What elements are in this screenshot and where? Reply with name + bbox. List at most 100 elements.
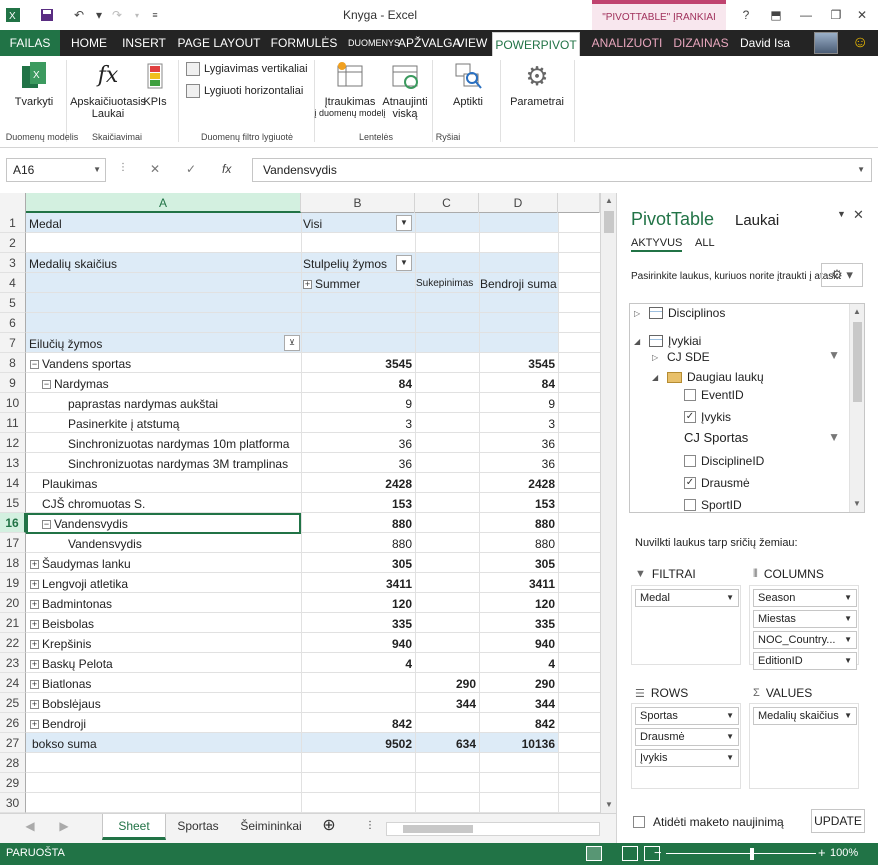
sheet-tab-seimininkai[interactable]: Šeimininkai: [234, 814, 308, 840]
expand-arrow-icon[interactable]: ▷: [652, 353, 662, 362]
area-field-rows[interactable]: Įvykis ▼: [635, 749, 739, 767]
sheet-tab-sportas[interactable]: Sportas: [168, 814, 228, 840]
row-header[interactable]: 4: [0, 273, 26, 293]
pivot-value-cell[interactable]: [415, 354, 479, 374]
column-header-e[interactable]: [558, 193, 600, 213]
column-labels-dropdown-button[interactable]: ▼: [396, 255, 412, 271]
field-table-disciplines[interactable]: ▷ Disciplinos: [634, 306, 725, 320]
worksheet-grid[interactable]: A B C D 1 2 3 4 5 6 7 8 9 10 11 12 13 14 15 16 17 18 19 20 2…: [0, 193, 616, 813]
row-header[interactable]: 14: [0, 473, 26, 493]
chevron-down-icon[interactable]: ▼: [93, 159, 101, 181]
row-header[interactable]: 11: [0, 413, 26, 433]
pivot-value-cell[interactable]: 940: [301, 634, 415, 654]
tab-data[interactable]: DUOMENYS: [346, 30, 402, 56]
pivot-value-cell[interactable]: 3411: [479, 574, 558, 594]
field-checkbox[interactable]: [684, 499, 696, 511]
collapse-icon[interactable]: −: [30, 360, 39, 370]
sheet-tab-sheet[interactable]: Sheet: [102, 814, 166, 840]
pivot-value-cell[interactable]: 2428: [479, 474, 558, 494]
chevron-down-icon[interactable]: ▼: [726, 729, 734, 745]
chevron-down-icon[interactable]: ▼: [844, 611, 852, 627]
filters-area[interactable]: Medal ▼: [631, 585, 741, 665]
tab-powerpivot[interactable]: POWERPIVOT: [492, 32, 580, 56]
row-labels-filter-button[interactable]: ⊻: [284, 335, 300, 351]
pivot-row-label[interactable]: Plaukimas: [42, 474, 301, 494]
pivot-value-cell[interactable]: 84: [479, 374, 558, 394]
pivot-value-cell[interactable]: 290: [479, 674, 558, 694]
field-checkbox[interactable]: [684, 389, 696, 401]
pivot-value-cell[interactable]: 3545: [301, 354, 415, 374]
pivot-value-cell[interactable]: 153: [479, 494, 558, 514]
tab-page-layout[interactable]: PAGE LAYOUT: [176, 30, 262, 56]
cancel-entry-icon[interactable]: ✕: [150, 162, 160, 176]
pivot-value-cell[interactable]: [415, 554, 479, 574]
close-icon[interactable]: ✕: [853, 207, 864, 223]
scroll-down-icon[interactable]: ▼: [850, 496, 864, 512]
page-layout-view-icon[interactable]: [622, 846, 638, 861]
pivot-value-cell[interactable]: [415, 534, 479, 554]
zoom-slider-knob[interactable]: [750, 848, 754, 860]
help-button[interactable]: ?: [736, 5, 756, 25]
close-button[interactable]: ✕: [852, 5, 872, 25]
pivot-value-cell[interactable]: 153: [301, 494, 415, 514]
row-header[interactable]: 26: [0, 713, 26, 733]
pivot-value-cell[interactable]: 4: [479, 654, 558, 674]
field-list-scrollbar[interactable]: ▲ ▼: [849, 304, 864, 512]
pivot-value-cell[interactable]: 880: [479, 514, 558, 534]
column-labels-header[interactable]: Stulpelių žymos: [303, 254, 387, 274]
pivot-value-cell[interactable]: 305: [301, 554, 415, 574]
pivot-value-cell[interactable]: [415, 454, 479, 474]
pivot-value-cell[interactable]: [301, 694, 415, 714]
expand-icon[interactable]: +: [30, 600, 39, 610]
vertical-scrollbar[interactable]: ▲ ▼: [600, 193, 616, 813]
filter-field-label[interactable]: Medal: [29, 214, 62, 234]
expand-icon[interactable]: +: [30, 660, 39, 670]
pivot-value-cell[interactable]: 940: [479, 634, 558, 654]
row-header[interactable]: 13: [0, 453, 26, 473]
row-header[interactable]: 2: [0, 233, 26, 253]
pivot-value-cell[interactable]: 120: [301, 594, 415, 614]
area-field-columns[interactable]: Season ▼: [753, 589, 857, 607]
pivot-value-cell[interactable]: 344: [479, 694, 558, 714]
align-vertical-button[interactable]: Lygiavimas vertikaliai: [186, 62, 308, 76]
pivot-row-label[interactable]: + Krepšinis: [30, 634, 301, 654]
restore-button[interactable]: ❐: [826, 5, 846, 25]
column-header-b[interactable]: B: [301, 193, 415, 213]
row-header[interactable]: 24: [0, 673, 26, 693]
confirm-entry-icon[interactable]: ✓: [186, 162, 196, 176]
minimize-button[interactable]: —: [796, 5, 816, 25]
field-checkbox-checked[interactable]: ✓: [684, 411, 696, 423]
row-header[interactable]: 7: [0, 333, 26, 353]
row-header[interactable]: 22: [0, 633, 26, 653]
area-field-values[interactable]: Medalių skaičius ▼: [753, 707, 857, 725]
pivot-row-label[interactable]: + Beisbolas: [30, 614, 301, 634]
column-label-summer[interactable]: + Summer: [303, 274, 360, 294]
pivot-value-cell[interactable]: 880: [479, 534, 558, 554]
row-header[interactable]: 27: [0, 733, 26, 753]
pivot-value-cell[interactable]: [301, 674, 415, 694]
align-horizontal-button[interactable]: Lygiuoti horizontaliai: [186, 84, 303, 98]
field-eventid[interactable]: EventID: [684, 388, 744, 402]
next-sheet-icon[interactable]: ▶: [54, 814, 74, 840]
area-field-filters[interactable]: Medal ▼: [635, 589, 739, 607]
pivot-value-cell[interactable]: [415, 614, 479, 634]
collapse-icon[interactable]: −: [42, 380, 51, 390]
pivot-value-cell[interactable]: 3411: [301, 574, 415, 594]
row-header[interactable]: 10: [0, 393, 26, 413]
settings-button[interactable]: ⚙ Parametrai: [506, 58, 568, 108]
field-list[interactable]: ▷ Disciplinos ◢ Įvykiai ▷ CJ SDE ▼ ◢ Dau…: [629, 303, 865, 513]
pivot-value-cell[interactable]: [415, 594, 479, 614]
tab-all-fields[interactable]: ALL: [695, 237, 715, 249]
row-header[interactable]: 19: [0, 573, 26, 593]
pivot-value-cell[interactable]: 36: [479, 434, 558, 454]
chevron-down-icon[interactable]: ▼: [844, 632, 852, 648]
expand-icon[interactable]: +: [30, 720, 39, 730]
pivot-value-cell[interactable]: [415, 474, 479, 494]
normal-view-icon[interactable]: [586, 846, 602, 861]
pivot-row-label[interactable]: Pasinerkite į atstumą: [68, 414, 301, 434]
column-header-a[interactable]: A: [26, 193, 301, 213]
row-header[interactable]: 1: [0, 213, 26, 233]
row-header[interactable]: 9: [0, 373, 26, 393]
filter-field-value[interactable]: Visi: [303, 214, 322, 234]
pivot-row-label[interactable]: − Nardymas: [42, 374, 301, 394]
